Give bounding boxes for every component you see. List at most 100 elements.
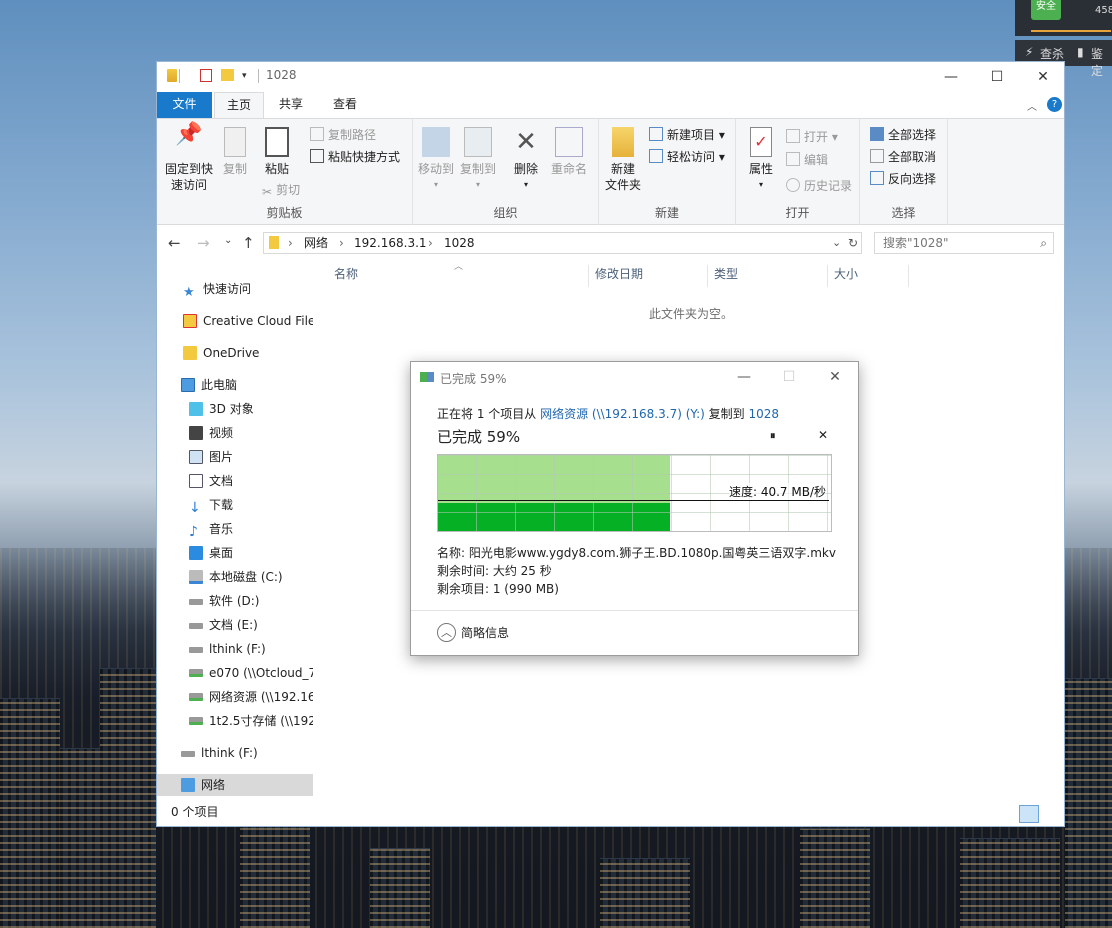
sidebar-item-doc-e[interactable]: 文档 (E:): [189, 614, 258, 636]
clipboard-group: 📌 固定到快 速访问 复制 粘贴 复制路径 粘贴快捷方式 ✂ 剪切 剪贴板: [157, 119, 413, 225]
copy-path-button[interactable]: 复制路径: [310, 125, 376, 145]
tab-share[interactable]: 共享: [267, 92, 315, 118]
chevron-up-icon[interactable]: ︿: [437, 623, 456, 642]
column-header-size[interactable]: 大小: [834, 261, 858, 287]
refresh-icon[interactable]: ↻: [848, 233, 858, 253]
delete-button[interactable]: ✕ 删除 ▾: [511, 127, 541, 193]
paste-shortcut-label: 粘贴快捷方式: [328, 150, 401, 164]
dialog-footer: ︿ 简略信息: [411, 610, 858, 655]
security-widget[interactable]: 安全 458: [1015, 0, 1112, 36]
customize-quick-access-icon[interactable]: ▾: [242, 71, 254, 85]
copy-button[interactable]: 复制: [220, 127, 250, 177]
destination-link[interactable]: 1028: [749, 407, 780, 421]
paste-button[interactable]: 粘贴: [261, 127, 293, 177]
up-arrow-icon[interactable]: ↑: [242, 234, 255, 252]
dialog-minimize-button[interactable]: —: [730, 366, 758, 388]
properties-button[interactable]: ✓ 属性 ▾: [744, 127, 778, 193]
properties-quick-icon[interactable]: [200, 69, 212, 82]
sidebar-item-downloads[interactable]: ↓ 下载: [189, 494, 233, 516]
maximize-button[interactable]: ☐: [974, 62, 1020, 91]
sidebar-item-this-pc[interactable]: 此电脑: [181, 374, 237, 396]
sidebar-label: 视频: [209, 426, 234, 440]
address-dropdown-icon[interactable]: ⌄: [832, 233, 841, 253]
sidebar-item-videos[interactable]: 视频: [189, 422, 233, 444]
easy-access-button[interactable]: 轻松访问 ▾: [649, 147, 725, 167]
identify-button[interactable]: 鉴定: [1091, 45, 1112, 79]
recent-locations-icon[interactable]: ⌄: [224, 235, 232, 246]
address-field[interactable]: › 网络 › 192.168.3.1 › 1028 ⌄ ↻: [263, 232, 862, 254]
sidebar-item-lthink-f[interactable]: lthink (F:): [189, 638, 266, 660]
cancel-button[interactable]: ✕: [818, 428, 828, 442]
empty-folder-message: 此文件夹为空。: [649, 307, 734, 321]
sidebar-label: 快速访问: [203, 282, 252, 296]
tab-home[interactable]: 主页: [214, 92, 265, 119]
column-divider[interactable]: [707, 265, 708, 287]
source-link[interactable]: 网络资源 (\\192.168.3.7) (Y:): [540, 407, 705, 421]
sidebar-item-local-c[interactable]: 本地磁盘 (C:): [189, 566, 283, 588]
new-folder-quick-icon[interactable]: [221, 69, 234, 81]
paste-shortcut-button[interactable]: 粘贴快捷方式: [310, 147, 400, 167]
fewer-details-button[interactable]: 简略信息: [461, 624, 509, 641]
sidebar-label: Creative Cloud Files: [203, 314, 313, 328]
new-item-button[interactable]: 新建项目 ▾: [649, 125, 725, 145]
open-button[interactable]: 打开 ▾: [786, 127, 838, 147]
pause-button[interactable]: ⏸: [770, 429, 776, 443]
rename-button[interactable]: 重命名: [549, 127, 589, 177]
dialog-close-button[interactable]: ✕: [821, 366, 849, 388]
sidebar-item-music[interactable]: ♪ 音乐: [189, 518, 233, 540]
sidebar-item-lthink-f2[interactable]: lthink (F:): [181, 742, 258, 764]
sidebar-item-store[interactable]: 1t2.5寸存储 (\\192: [189, 710, 313, 732]
select-all-button[interactable]: 全部选择: [870, 125, 936, 145]
search-input[interactable]: 搜索"1028" ⌕: [874, 232, 1054, 254]
cut-button[interactable]: ✂ 剪切: [262, 180, 300, 200]
tab-file[interactable]: 文件: [157, 92, 212, 118]
easy-access-label: 轻松访问: [667, 150, 716, 164]
back-arrow-icon[interactable]: ←: [168, 234, 181, 252]
help-icon[interactable]: ?: [1047, 97, 1062, 112]
column-header-date[interactable]: 修改日期: [595, 261, 643, 287]
close-button[interactable]: ✕: [1020, 62, 1066, 91]
sort-up-icon: ︿: [454, 262, 464, 272]
details-view-icon[interactable]: [1019, 805, 1039, 823]
wallpaper-building: [800, 828, 870, 928]
invert-selection-button[interactable]: 反向选择: [870, 169, 936, 189]
minimize-button[interactable]: —: [928, 62, 974, 91]
new-folder-button[interactable]: 新建 文件夹: [603, 127, 643, 193]
select-none-button[interactable]: 全部取消: [870, 147, 936, 167]
desktop-icon: [189, 546, 203, 560]
breadcrumb-folder[interactable]: 1028: [444, 233, 475, 253]
large-icons-view-icon[interactable]: [1041, 805, 1061, 823]
sidebar-label: 软件 (D:): [209, 594, 260, 608]
tab-view[interactable]: 查看: [321, 92, 369, 118]
file-name: 名称: 阳光电影www.ygdy8.com.狮子王.BD.1080p.国粤英三语…: [437, 546, 836, 560]
sidebar-item-soft-d[interactable]: 软件 (D:): [189, 590, 259, 612]
drive-icon: [189, 570, 203, 584]
sidebar-item-netres[interactable]: 网络资源 (\\192.16: [189, 686, 313, 708]
forward-arrow-icon[interactable]: →: [197, 234, 210, 252]
sidebar-item-creative-cloud[interactable]: Creative Cloud Files: [183, 310, 313, 332]
sidebar-item-network[interactable]: 网络: [157, 774, 313, 796]
column-divider[interactable]: [908, 265, 909, 287]
breadcrumb-host[interactable]: 192.168.3.1: [354, 233, 427, 253]
copy-to-button[interactable]: 复制到 ▾: [459, 127, 497, 193]
divider: [179, 69, 180, 83]
sidebar-item-onedrive[interactable]: OneDrive: [183, 342, 259, 364]
sidebar-item-documents[interactable]: 文档: [189, 470, 233, 492]
pin-quick-access-button[interactable]: 📌 固定到快 速访问: [163, 124, 215, 193]
column-header-type[interactable]: 类型: [714, 261, 738, 287]
column-divider[interactable]: [827, 265, 828, 287]
column-divider[interactable]: [588, 265, 589, 287]
sidebar-item-desktop[interactable]: 桌面: [189, 542, 233, 564]
breadcrumb-network[interactable]: 网络: [304, 233, 328, 253]
sidebar-item-e070[interactable]: e070 (\\Otcloud_7: [189, 662, 313, 684]
scan-button[interactable]: 查杀: [1040, 45, 1064, 62]
history-button[interactable]: 历史记录: [786, 176, 852, 196]
move-to-button[interactable]: 移动到 ▾: [417, 127, 455, 193]
sidebar-item-pictures[interactable]: 图片: [189, 446, 233, 468]
sidebar-item-3d-objects[interactable]: 3D 对象: [189, 398, 254, 420]
window-icon: [167, 69, 177, 82]
collapse-ribbon-icon[interactable]: ︿: [1027, 98, 1037, 113]
edit-button[interactable]: 编辑: [786, 150, 828, 170]
column-header-name[interactable]: 名称: [334, 261, 358, 287]
sidebar-item-quick-access[interactable]: ★ 快速访问: [183, 278, 251, 300]
